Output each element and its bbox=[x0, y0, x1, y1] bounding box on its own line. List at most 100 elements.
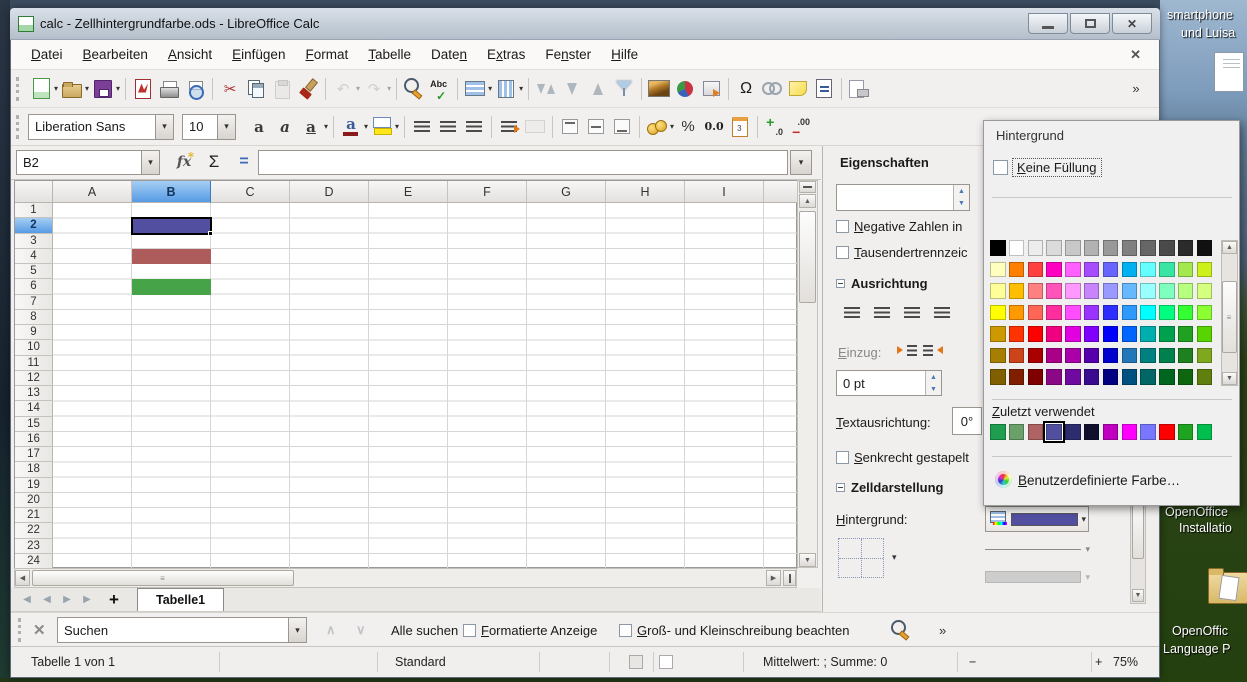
color-swatch[interactable] bbox=[990, 262, 1006, 278]
color-swatch[interactable] bbox=[1046, 369, 1062, 385]
font-color-button[interactable]: a▾ bbox=[338, 114, 369, 140]
underline-button[interactable]: a▾ bbox=[298, 114, 329, 140]
color-swatch[interactable] bbox=[1122, 348, 1138, 364]
fill-handle[interactable] bbox=[208, 231, 213, 236]
row-header-12[interactable]: 12 bbox=[15, 371, 53, 386]
color-swatch[interactable] bbox=[1197, 283, 1213, 299]
delete-decimal-button[interactable] bbox=[788, 114, 814, 140]
recent-color-swatch[interactable] bbox=[1084, 424, 1100, 440]
no-fill-checkbox-icon[interactable] bbox=[993, 160, 1008, 175]
row-header-2[interactable]: 2 bbox=[15, 218, 53, 233]
formatted-display-checkbox[interactable]: Formatierte Anzeige bbox=[463, 613, 597, 647]
search-combobox[interactable]: Suchen ▾ bbox=[57, 617, 307, 643]
sort-button[interactable] bbox=[533, 76, 559, 102]
color-swatch[interactable] bbox=[1140, 326, 1156, 342]
color-swatch[interactable] bbox=[1197, 369, 1213, 385]
row-header-17[interactable]: 17 bbox=[15, 447, 53, 462]
copy-button[interactable] bbox=[243, 76, 269, 102]
row-header-3[interactable]: 3 bbox=[15, 234, 53, 249]
print-area-button[interactable] bbox=[846, 76, 872, 102]
column-header-partial[interactable] bbox=[764, 181, 798, 203]
row-header-18[interactable]: 18 bbox=[15, 462, 53, 477]
color-swatch[interactable] bbox=[1046, 262, 1062, 278]
color-swatch[interactable] bbox=[1009, 283, 1025, 299]
checkbox-icon[interactable] bbox=[836, 220, 849, 233]
row-header-22[interactable]: 22 bbox=[15, 523, 53, 538]
spinner-icons[interactable]: ▲▼ bbox=[925, 371, 941, 395]
add-decimal-button[interactable] bbox=[762, 114, 788, 140]
cell-appearance-section-header[interactable]: Zelldarstellung bbox=[836, 480, 943, 495]
color-swatch[interactable] bbox=[1028, 305, 1044, 321]
color-swatch[interactable] bbox=[990, 283, 1006, 299]
sort-ascending-button[interactable] bbox=[585, 76, 611, 102]
color-swatch[interactable] bbox=[1009, 369, 1025, 385]
insert-columns-button[interactable]: ▾ bbox=[493, 76, 524, 102]
color-swatch[interactable] bbox=[1159, 262, 1175, 278]
row-header-13[interactable]: 13 bbox=[15, 386, 53, 401]
color-swatch[interactable] bbox=[1178, 348, 1194, 364]
color-swatch[interactable] bbox=[1046, 326, 1062, 342]
row-header-23[interactable]: 23 bbox=[15, 539, 53, 554]
recent-color-swatch[interactable] bbox=[1046, 424, 1062, 440]
color-swatch[interactable] bbox=[1009, 262, 1025, 278]
row-header-1[interactable]: 1 bbox=[15, 203, 53, 218]
insert-rows-button[interactable]: ▾ bbox=[462, 76, 493, 102]
insert-chart-button[interactable] bbox=[672, 76, 698, 102]
scroll-down-icon[interactable]: ▼ bbox=[799, 553, 816, 567]
color-swatch[interactable] bbox=[1197, 348, 1213, 364]
sidebar-scroll-down-icon[interactable]: ▼ bbox=[1132, 589, 1144, 602]
negative-numbers-checkbox[interactable]: Negative Zahlen in bbox=[836, 219, 962, 234]
color-swatch[interactable] bbox=[1028, 326, 1044, 342]
insert-image-button[interactable] bbox=[646, 76, 672, 102]
color-swatch[interactable] bbox=[1140, 348, 1156, 364]
next-sheet-icon[interactable]: ▶ bbox=[57, 590, 77, 610]
save-button[interactable]: ▾ bbox=[90, 76, 121, 102]
title-bar[interactable]: calc - Zellhintergrundfarbe.ods - LibreO… bbox=[10, 8, 1160, 40]
last-sheet-icon[interactable]: ▶ bbox=[77, 590, 97, 610]
font-size-combobox[interactable]: 10 ▾ bbox=[182, 114, 236, 140]
line-style-dropdown-icon[interactable]: ▾ bbox=[1085, 544, 1090, 555]
horizontal-split-handle[interactable] bbox=[783, 570, 796, 586]
maximize-button[interactable] bbox=[1070, 13, 1110, 34]
color-swatch[interactable] bbox=[1197, 326, 1213, 342]
dropdown-arrow-icon[interactable]: ▾ bbox=[54, 84, 58, 93]
highlighting-color-button[interactable]: ▾ bbox=[369, 114, 400, 140]
color-swatch[interactable] bbox=[1065, 262, 1081, 278]
find-all-button[interactable]: Alle suchen bbox=[391, 613, 458, 647]
print-preview-button[interactable] bbox=[182, 76, 208, 102]
find-and-replace-button[interactable] bbox=[401, 76, 427, 102]
menu-extras[interactable]: Extras bbox=[477, 43, 535, 66]
search-dropdown-icon[interactable]: ▾ bbox=[288, 618, 306, 642]
row-header-21[interactable]: 21 bbox=[15, 508, 53, 523]
number-format-field[interactable]: ▲▼ bbox=[836, 184, 970, 211]
zoom-level[interactable]: 75% bbox=[1113, 647, 1138, 677]
color-swatch[interactable] bbox=[990, 326, 1006, 342]
export-pdf-button[interactable] bbox=[130, 76, 156, 102]
vertical-split-handle[interactable] bbox=[799, 181, 816, 193]
spinner-icons[interactable]: ▲▼ bbox=[953, 185, 969, 210]
date-format-button[interactable] bbox=[727, 114, 753, 140]
color-swatch[interactable] bbox=[990, 369, 1006, 385]
color-swatch[interactable] bbox=[990, 305, 1006, 321]
pivot-table-button[interactable] bbox=[698, 76, 724, 102]
recent-color-swatch[interactable] bbox=[1197, 424, 1213, 440]
color-swatch[interactable] bbox=[1065, 240, 1081, 256]
background-color-button[interactable]: ▾ bbox=[985, 506, 1089, 532]
page-style-status[interactable]: Standard bbox=[395, 647, 446, 677]
color-swatch[interactable] bbox=[1122, 369, 1138, 385]
cell-B2[interactable] bbox=[132, 218, 211, 233]
color-swatch[interactable] bbox=[1009, 240, 1025, 256]
checkbox-icon[interactable] bbox=[836, 451, 849, 464]
recent-color-swatch[interactable] bbox=[1065, 424, 1081, 440]
align-top-button[interactable] bbox=[557, 114, 583, 140]
color-swatch[interactable] bbox=[1159, 326, 1175, 342]
border-dropdown-icon[interactable]: ▾ bbox=[892, 552, 897, 563]
name-box-dropdown-icon[interactable]: ▾ bbox=[141, 151, 159, 174]
color-swatch[interactable] bbox=[1178, 240, 1194, 256]
column-header-D[interactable]: D bbox=[290, 181, 369, 203]
recent-color-swatch[interactable] bbox=[1028, 424, 1044, 440]
increase-indent-icon[interactable] bbox=[896, 338, 920, 362]
collapse-icon[interactable] bbox=[836, 483, 845, 492]
desktop-folder-icon[interactable] bbox=[1208, 568, 1247, 606]
color-swatch[interactable] bbox=[1065, 305, 1081, 321]
